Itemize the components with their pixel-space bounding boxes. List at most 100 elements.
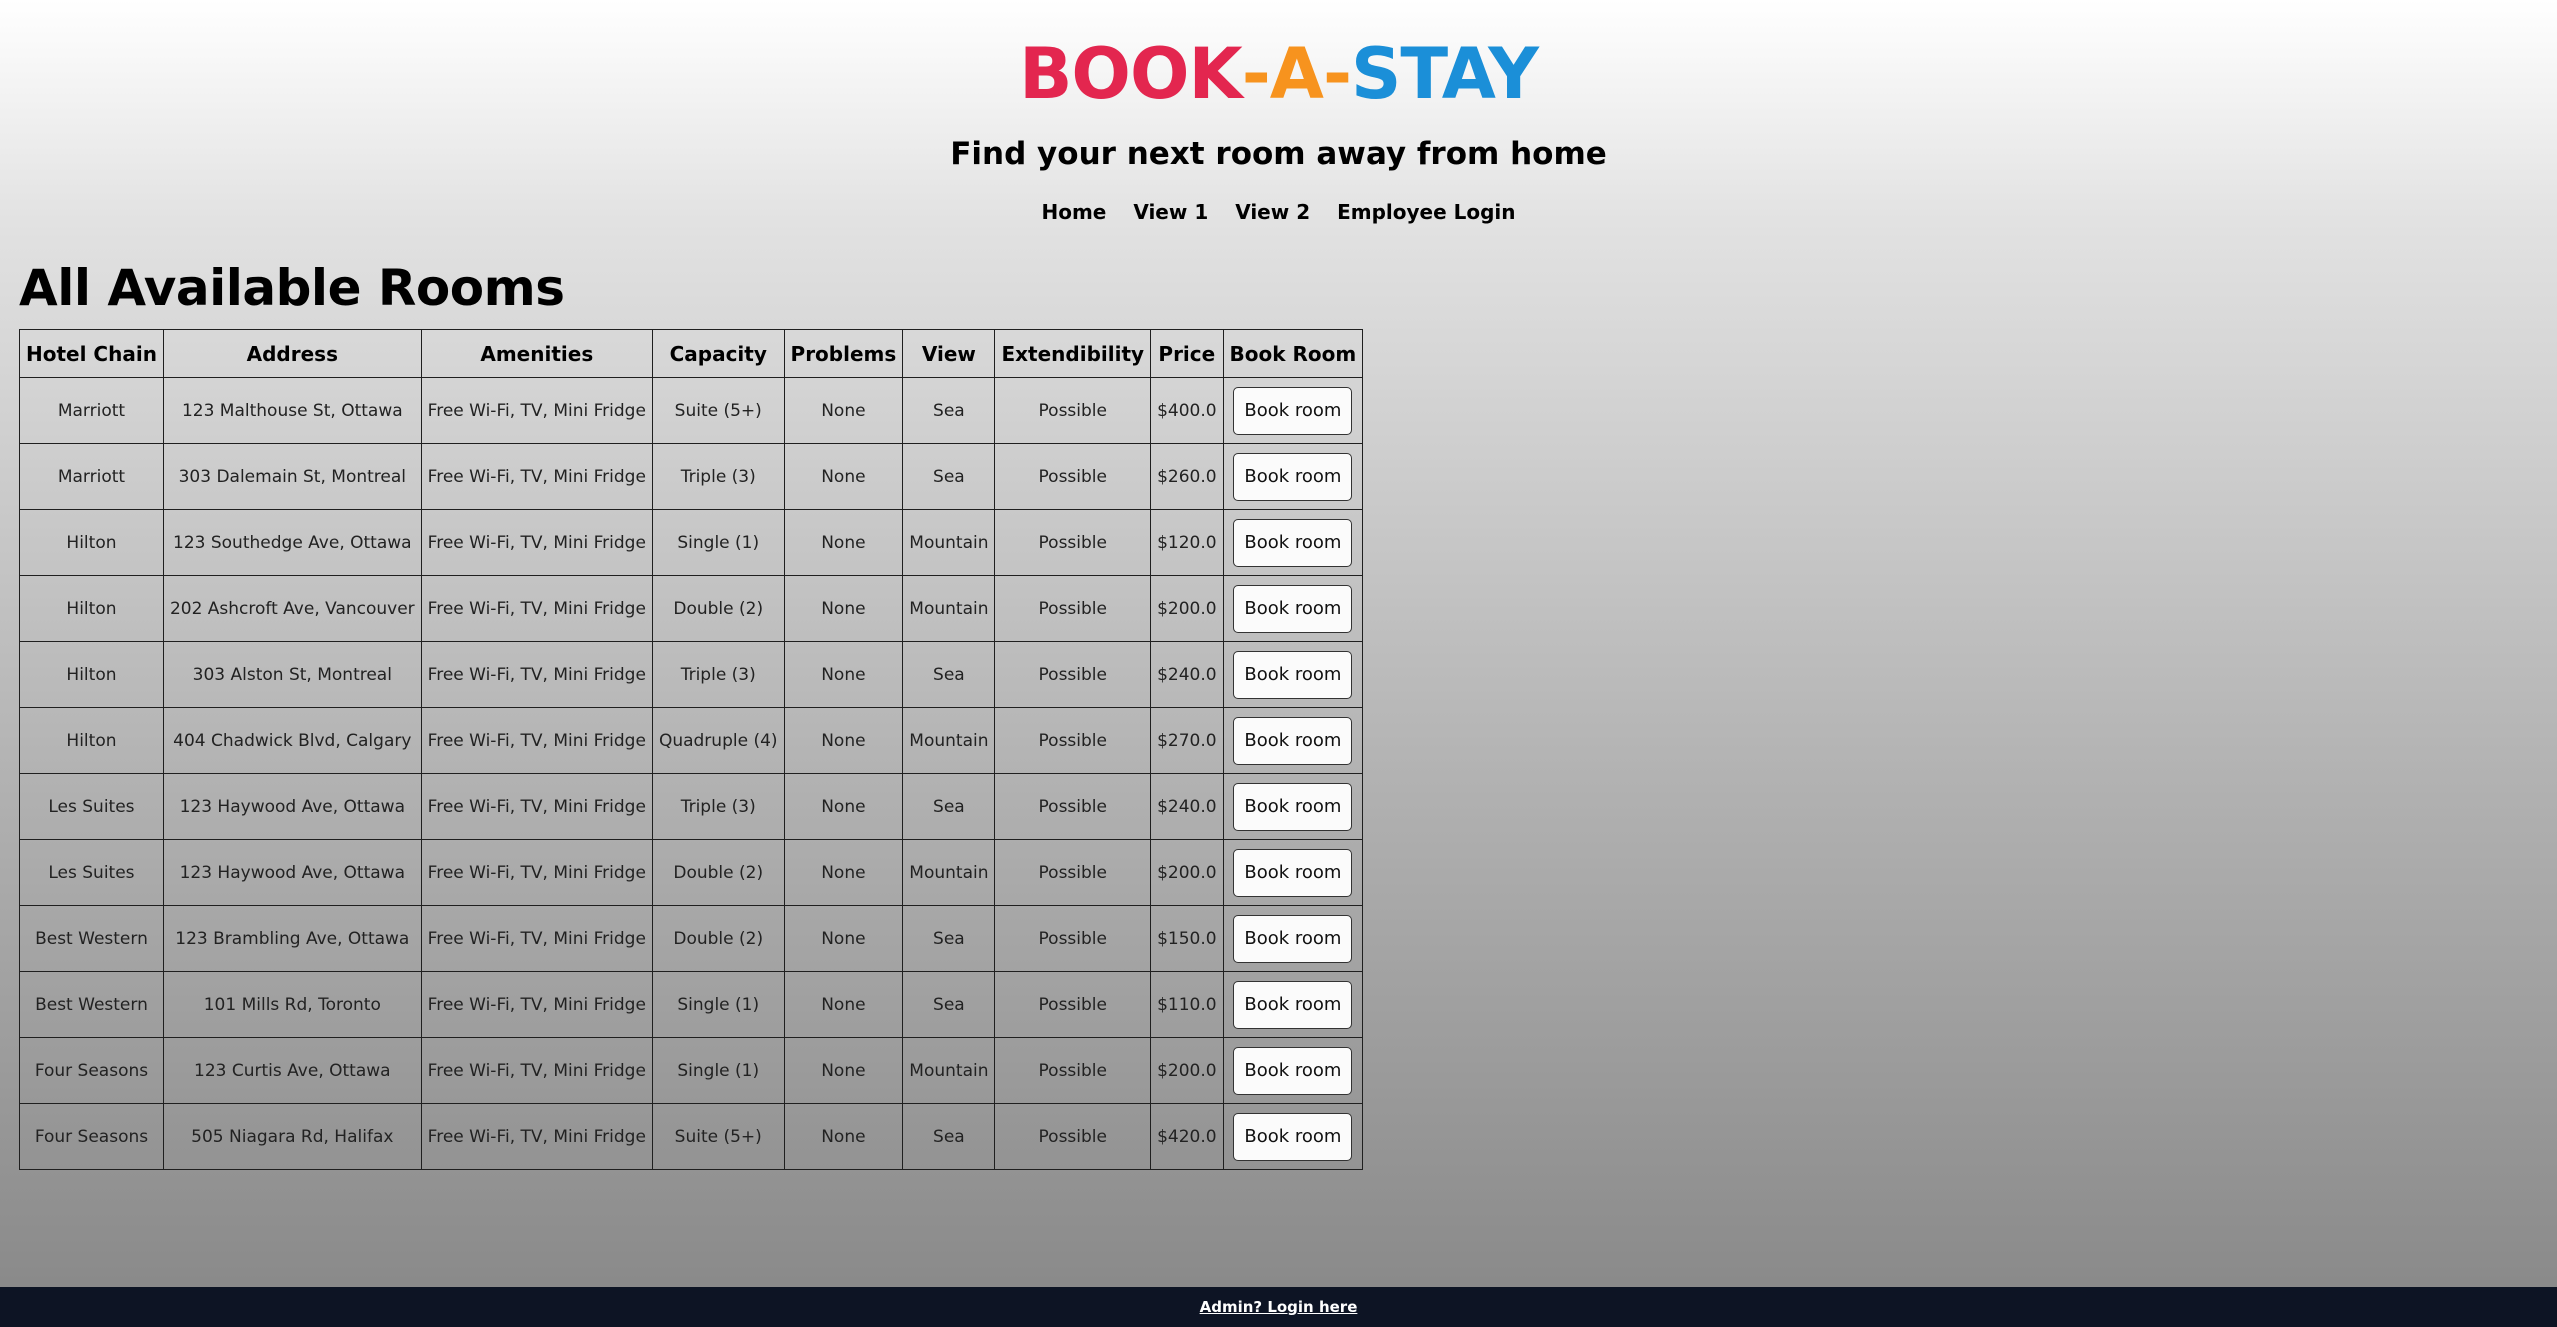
cell-extendibility: Possible (994, 509, 1152, 576)
book-room-button[interactable]: Book room (1233, 716, 1353, 765)
book-room-button[interactable]: Book room (1233, 584, 1353, 633)
cell-capacity: Double (2) (651, 839, 785, 906)
cell-capacity: Triple (3) (651, 773, 785, 840)
cell-view: Mountain (902, 839, 996, 906)
table-row: Best Western 101 Mills Rd, Toronto Free Wi… (19, 971, 1364, 1038)
brand-logo: BOOK-A-STAY (0, 34, 2557, 114)
cell-extendibility: Possible (994, 971, 1152, 1038)
cell-extendibility: Possible (994, 377, 1152, 444)
book-room-button[interactable]: Book room (1233, 386, 1353, 435)
header-view: View (902, 329, 996, 378)
cell-extendibility: Possible (994, 839, 1152, 906)
table-row: Four Seasons 505 Niagara Rd, Halifax Free … (19, 1103, 1364, 1170)
logo-stay: STAY (1351, 33, 1539, 115)
cell-problems: None (783, 773, 904, 840)
cell-hotel-chain: Hilton (19, 509, 164, 576)
cell-hotel-chain: Best Western (19, 971, 164, 1038)
cell-address: 123 Malthouse St, Ottawa (162, 377, 422, 444)
nav-view-1[interactable]: View 1 (1133, 200, 1208, 224)
cell-amenities: Free Wi-Fi, TV, Mini Fridge (420, 971, 653, 1038)
cell-hotel-chain: Hilton (19, 707, 164, 774)
book-room-button[interactable]: Book room (1233, 1046, 1353, 1095)
cell-book-room: Book room (1222, 773, 1364, 840)
cell-extendibility: Possible (994, 707, 1152, 774)
table-row: Best Western 123 Brambling Ave, Ottawa Fre… (19, 905, 1364, 972)
cell-extendibility: Possible (994, 1037, 1152, 1104)
cell-problems: None (783, 1037, 904, 1104)
cell-address: 303 Alston St, Montreal (162, 641, 422, 708)
cell-hotel-chain: Les Suites (19, 773, 164, 840)
cell-book-room: Book room (1222, 641, 1364, 708)
cell-capacity: Triple (3) (651, 641, 785, 708)
table-row: Hilton 404 Chadwick Blvd, Calgary Free Wi-… (19, 707, 1364, 774)
cell-capacity: Suite (5+) (651, 377, 785, 444)
nav-home[interactable]: Home (1041, 200, 1106, 224)
book-room-button[interactable]: Book room (1233, 1112, 1353, 1161)
cell-hotel-chain: Marriott (19, 377, 164, 444)
table-row: Hilton 123 Southedge Ave, Ottawa Free Wi-F… (19, 509, 1364, 576)
book-room-button[interactable]: Book room (1233, 650, 1353, 699)
logo-separator: - (1241, 33, 1271, 115)
cell-amenities: Free Wi-Fi, TV, Mini Fridge (420, 509, 653, 576)
cell-problems: None (783, 575, 904, 642)
cell-problems: None (783, 1103, 904, 1170)
cell-address: 505 Niagara Rd, Halifax (162, 1103, 422, 1170)
cell-address: 123 Brambling Ave, Ottawa (162, 905, 422, 972)
cell-problems: None (783, 905, 904, 972)
cell-hotel-chain: Hilton (19, 575, 164, 642)
cell-view: Sea (902, 971, 996, 1038)
cell-extendibility: Possible (994, 773, 1152, 840)
cell-book-room: Book room (1222, 905, 1364, 972)
cell-price: $270.0 (1150, 707, 1224, 774)
nav-view-2[interactable]: View 2 (1235, 200, 1310, 224)
cell-amenities: Free Wi-Fi, TV, Mini Fridge (420, 641, 653, 708)
cell-view: Sea (902, 773, 996, 840)
cell-amenities: Free Wi-Fi, TV, Mini Fridge (420, 377, 653, 444)
cell-hotel-chain: Four Seasons (19, 1103, 164, 1170)
rooms-table: Hotel Chain Address Amenities Capacity Probl… (19, 329, 1364, 1170)
cell-extendibility: Possible (994, 641, 1152, 708)
book-room-button[interactable]: Book room (1233, 452, 1353, 501)
cell-book-room: Book room (1222, 1037, 1364, 1104)
cell-problems: None (783, 707, 904, 774)
cell-price: $150.0 (1150, 905, 1224, 972)
cell-price: $420.0 (1150, 1103, 1224, 1170)
book-room-button[interactable]: Book room (1233, 518, 1353, 567)
book-room-button[interactable]: Book room (1233, 914, 1353, 963)
admin-login-link[interactable]: Admin? Login here (1200, 1298, 1358, 1316)
book-room-button[interactable]: Book room (1233, 848, 1353, 897)
cell-address: 123 Curtis Ave, Ottawa (162, 1037, 422, 1104)
cell-price: $120.0 (1150, 509, 1224, 576)
cell-book-room: Book room (1222, 839, 1364, 906)
cell-view: Sea (902, 1103, 996, 1170)
cell-amenities: Free Wi-Fi, TV, Mini Fridge (420, 905, 653, 972)
cell-capacity: Double (2) (651, 905, 785, 972)
table-header-row: Hotel Chain Address Amenities Capacity Probl… (19, 329, 1364, 378)
cell-capacity: Single (1) (651, 1037, 785, 1104)
book-room-button[interactable]: Book room (1233, 980, 1353, 1029)
cell-book-room: Book room (1222, 1103, 1364, 1170)
book-room-button[interactable]: Book room (1233, 782, 1353, 831)
cell-address: 404 Chadwick Blvd, Calgary (162, 707, 422, 774)
table-row: Les Suites 123 Haywood Ave, Ottawa Free Wi… (19, 839, 1364, 906)
cell-extendibility: Possible (994, 905, 1152, 972)
cell-capacity: Single (1) (651, 509, 785, 576)
nav-employee-login[interactable]: Employee Login (1337, 200, 1515, 224)
cell-hotel-chain: Les Suites (19, 839, 164, 906)
cell-view: Mountain (902, 509, 996, 576)
header-price: Price (1150, 329, 1224, 378)
cell-capacity: Double (2) (651, 575, 785, 642)
logo-separator: - (1322, 33, 1352, 115)
table-row: Marriott 123 Malthouse St, Ottawa Free Wi-… (19, 377, 1364, 444)
cell-price: $110.0 (1150, 971, 1224, 1038)
cell-view: Mountain (902, 1037, 996, 1104)
cell-book-room: Book room (1222, 443, 1364, 510)
cell-price: $200.0 (1150, 1037, 1224, 1104)
cell-problems: None (783, 509, 904, 576)
cell-book-room: Book room (1222, 971, 1364, 1038)
cell-view: Mountain (902, 707, 996, 774)
cell-problems: None (783, 377, 904, 444)
cell-price: $240.0 (1150, 773, 1224, 840)
cell-capacity: Quadruple (4) (651, 707, 785, 774)
header-hotel-chain: Hotel Chain (19, 329, 164, 378)
